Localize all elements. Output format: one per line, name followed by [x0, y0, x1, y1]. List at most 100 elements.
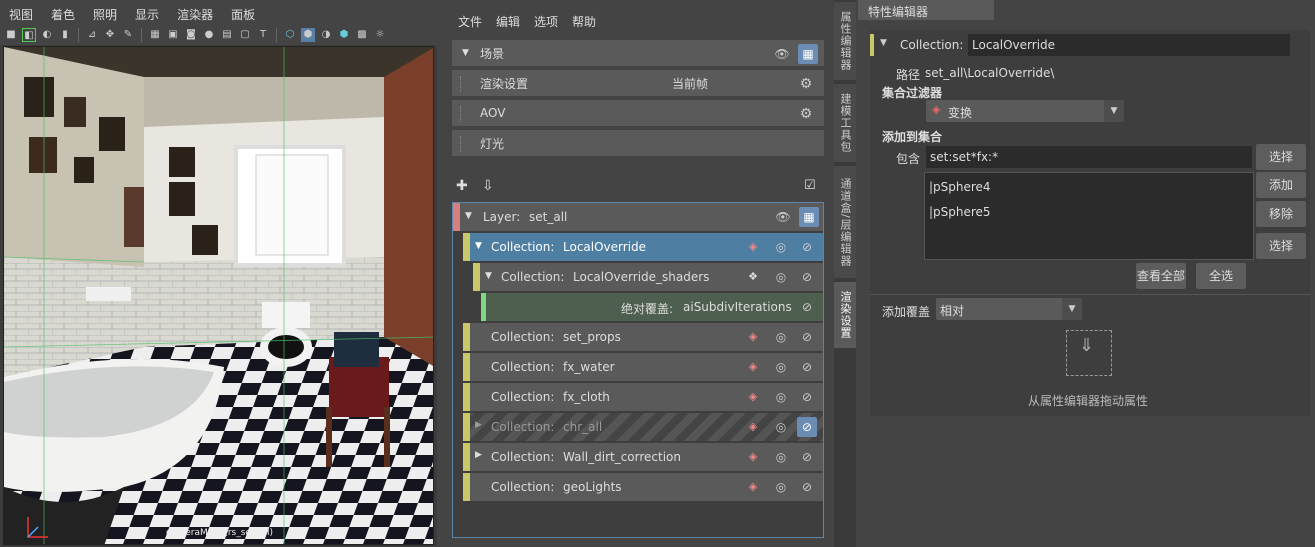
lighting-icon[interactable]: ◑ [319, 28, 333, 42]
image-plane-icon[interactable]: ⊿ [85, 28, 99, 42]
camera-bookmark-icon[interactable]: ◐ [40, 28, 54, 42]
menu-lighting[interactable]: 照明 [93, 6, 117, 22]
camera-attr-icon[interactable]: ◧ [22, 27, 36, 42]
gate-mask-icon[interactable]: ● [202, 28, 216, 42]
eye-icon[interactable]: 👁 [772, 44, 792, 64]
select-all-button[interactable]: 全选 [1196, 263, 1246, 289]
tree-row-layer[interactable]: ▼ Layer: set_all 👁 ▦ [453, 203, 823, 231]
section-render-settings[interactable]: 渲染设置 当前帧 ⚙ [452, 70, 824, 98]
list-item[interactable]: |pSphere5 [929, 205, 991, 219]
menu-options[interactable]: 选项 [534, 13, 558, 29]
disable-icon[interactable]: ⊘ [797, 387, 817, 407]
collapse-arrow-icon[interactable]: ▼ [880, 38, 887, 48]
isolate-icon[interactable]: ◎ [771, 267, 791, 287]
view-all-button[interactable]: 查看全部 [1136, 263, 1186, 289]
tab-channel-box[interactable]: 通道盒/层编辑器 [834, 166, 856, 278]
tree-row-collection[interactable]: Collection: geoLights ◈ ◎ ⊘ [463, 473, 823, 501]
shadow-cube-icon[interactable]: ⬢ [337, 28, 351, 42]
override-type-dropdown[interactable]: 相对 ▼ [936, 298, 1082, 320]
bookmark-icon[interactable]: ▮ [58, 28, 72, 42]
checklist-icon[interactable]: ☑ [804, 178, 816, 193]
collapse-arrow-icon[interactable]: ▼ [465, 211, 472, 221]
menu-view[interactable]: 视图 [9, 6, 33, 22]
camera-icon[interactable]: ■ [4, 28, 18, 42]
textured-icon[interactable]: ▩ [355, 28, 369, 42]
disable-icon[interactable]: ⊘ [797, 237, 817, 257]
filter-dropdown[interactable]: ◈ 变换 ▼ [926, 100, 1124, 122]
menu-shading[interactable]: 着色 [51, 6, 75, 22]
remove-button[interactable]: 移除 [1256, 201, 1306, 227]
isolate-icon[interactable]: ◎ [771, 237, 791, 257]
section-scene[interactable]: ▼ 场景 👁 ▦ [452, 40, 824, 68]
isolate-icon[interactable]: ◎ [771, 327, 791, 347]
gear-icon[interactable]: ⚙ [798, 106, 814, 122]
select-button[interactable]: 选择 [1256, 144, 1306, 170]
collapse-arrow-icon[interactable]: ▼ [475, 241, 482, 251]
disable-icon[interactable]: ⊘ [797, 267, 817, 287]
pivot-icon[interactable]: ✥ [103, 28, 117, 42]
drop-target[interactable]: ⇓ [1066, 330, 1112, 376]
add-button[interactable]: 添加 [1256, 172, 1306, 198]
drag-handle-icon[interactable] [460, 136, 463, 152]
disable-icon[interactable]: ⊘ [797, 297, 817, 317]
drag-handle-icon[interactable] [460, 106, 463, 122]
create-layer-icon[interactable]: ✚ [456, 178, 468, 194]
viewport-render-image[interactable]: cameraMain (rs_set_all) [3, 46, 434, 545]
eye-icon[interactable]: 👁 [773, 207, 793, 227]
disable-icon[interactable]: ⊘ [797, 327, 817, 347]
collection-name-field[interactable]: LocalOverride [968, 34, 1290, 56]
field-chart-icon[interactable]: ▤ [220, 28, 234, 42]
import-layer-icon[interactable]: ⇩ [482, 178, 494, 194]
wireframe-cube-icon[interactable]: ⬡ [283, 28, 297, 42]
menu-renderer[interactable]: 渲染器 [177, 6, 213, 22]
tree-row-collection-disabled[interactable]: ▶ Collection: chr_all ◈ ◎ ⊘ [463, 413, 823, 441]
tree-row-collection[interactable]: Collection: fx_cloth ◈ ◎ ⊘ [463, 383, 823, 411]
property-editor-tab[interactable]: 特性编辑器 [858, 0, 994, 20]
tab-attribute-editor[interactable]: 属性编辑器 [834, 2, 856, 80]
resolution-gate-icon[interactable]: ◙ [184, 28, 198, 42]
menu-help[interactable]: 帮助 [572, 13, 596, 29]
tree-row-collection[interactable]: Collection: fx_water ◈ ◎ ⊘ [463, 353, 823, 381]
member-list[interactable]: |pSphere4 |pSphere5 [924, 172, 1254, 260]
disable-icon[interactable]: ⊘ [797, 357, 817, 377]
tab-render-setup[interactable]: 渲染设置 [834, 282, 856, 348]
drag-handle-icon[interactable] [460, 76, 463, 92]
disable-icon[interactable]: ⊘ [797, 477, 817, 497]
pen-icon[interactable]: ✎ [121, 28, 135, 42]
tree-row-collection[interactable]: ▶ Collection: Wall_dirt_correction ◈ ◎ ⊘ [463, 443, 823, 471]
expand-arrow-icon[interactable]: ▶ [475, 420, 482, 430]
menu-panels[interactable]: 面板 [231, 6, 255, 22]
menu-show[interactable]: 显示 [135, 6, 159, 22]
smooth-shade-icon[interactable]: ⬢ [301, 27, 315, 42]
tree-row-collection-selected[interactable]: ▼ Collection: LocalOverride ◈ ◎ ⊘ [463, 233, 823, 261]
expand-arrow-icon[interactable]: ▶ [475, 450, 482, 460]
collapse-arrow-icon[interactable]: ▼ [485, 271, 492, 281]
chevron-down-icon[interactable]: ▼ [1062, 298, 1082, 320]
film-gate-icon[interactable]: ▣ [166, 28, 180, 42]
tree-row-override[interactable]: 绝对覆盖: aiSubdivIterations ⊘ [481, 293, 823, 321]
tree-row-collection[interactable]: ▼ Collection: LocalOverride_shaders ❖ ◎ … [473, 263, 823, 291]
isolate-icon[interactable]: ◎ [771, 357, 791, 377]
section-aov[interactable]: AOV ⚙ [452, 100, 824, 128]
menu-file[interactable]: 文件 [458, 13, 482, 29]
tab-modeling-toolkit[interactable]: 建模工具包 [834, 84, 856, 162]
disable-icon[interactable]: ⊘ [797, 447, 817, 467]
gear-icon[interactable]: ⚙ [798, 76, 814, 92]
chevron-down-icon[interactable]: ▼ [1104, 100, 1124, 122]
section-lights[interactable]: 灯光 [452, 130, 824, 158]
list-item[interactable]: |pSphere4 [929, 180, 991, 194]
collapse-arrow-icon[interactable]: ▼ [462, 48, 469, 58]
safe-title-icon[interactable]: T [256, 28, 270, 42]
menu-edit[interactable]: 编辑 [496, 13, 520, 29]
isolate-icon[interactable]: ◎ [771, 417, 791, 437]
select-members-button[interactable]: 选择 [1256, 233, 1306, 259]
disable-icon[interactable]: ⊘ [797, 417, 817, 437]
safe-action-icon[interactable]: ▢ [238, 28, 252, 42]
include-expression-field[interactable]: set:set*fx:* [926, 146, 1252, 168]
isolate-icon[interactable]: ◎ [771, 477, 791, 497]
clapper-icon[interactable]: ▦ [799, 207, 819, 227]
isolate-icon[interactable]: ◎ [771, 447, 791, 467]
clapper-icon[interactable]: ▦ [798, 44, 818, 64]
tree-row-collection[interactable]: Collection: set_props ◈ ◎ ⊘ [463, 323, 823, 351]
isolate-icon[interactable]: ◎ [771, 387, 791, 407]
